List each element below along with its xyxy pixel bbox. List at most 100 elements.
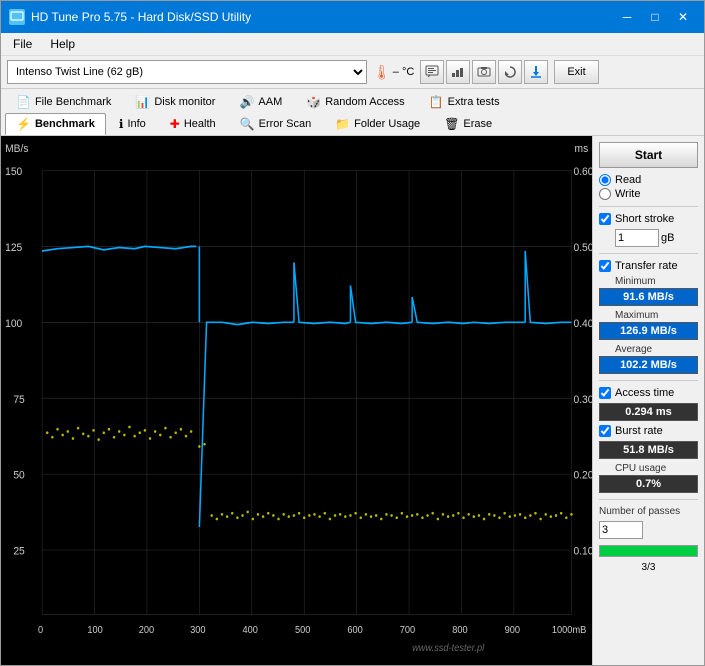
write-radio-label[interactable]: Write: [599, 188, 698, 200]
write-radio[interactable]: [599, 188, 611, 200]
svg-text:MB/s: MB/s: [5, 143, 29, 156]
cpu-usage-value: 0.7%: [599, 475, 698, 493]
svg-text:0.20: 0.20: [573, 469, 592, 482]
svg-text:www.ssd-tester.pl: www.ssd-tester.pl: [412, 643, 485, 655]
close-button[interactable]: ✕: [670, 7, 696, 27]
minimize-button[interactable]: ─: [614, 7, 640, 27]
svg-text:75: 75: [13, 393, 24, 406]
toolbar-btn-2[interactable]: [446, 60, 470, 84]
start-button[interactable]: Start: [599, 142, 698, 168]
tab-random-access[interactable]: 🎲 Random Access: [295, 91, 415, 113]
erase-icon: 🗑: [444, 117, 459, 131]
temp-display: 🌡 – °C: [373, 64, 414, 81]
burst-rate-checkbox[interactable]: [599, 425, 611, 437]
read-radio-label[interactable]: Read: [599, 174, 698, 186]
tab-health[interactable]: ✚ Health: [159, 113, 227, 135]
transfer-rate-checkbox[interactable]: [599, 260, 611, 272]
svg-text:700: 700: [400, 624, 416, 636]
tab-info[interactable]: ℹ Info: [108, 113, 157, 135]
aam-icon: 🔊: [239, 95, 254, 109]
tab-erase[interactable]: 🗑 Erase: [433, 113, 503, 135]
divider-3: [599, 380, 698, 381]
cpu-usage-stat: CPU usage 0.7%: [599, 463, 698, 493]
burst-rate-value: 51.8 MB/s: [599, 441, 698, 459]
short-stroke-checkbox-label[interactable]: Short stroke: [599, 213, 698, 225]
toolbar-btn-1[interactable]: [420, 60, 444, 84]
tab-extra-tests[interactable]: 📋 Extra tests: [418, 91, 511, 113]
tabs-container: 📄 File Benchmark 📊 Disk monitor 🔊 AAM 🎲 …: [1, 89, 704, 136]
divider-4: [599, 499, 698, 500]
read-radio[interactable]: [599, 174, 611, 186]
chart-area: MB/s 150 125 100 75 50 25 ms 0.60 0.50 0…: [1, 136, 592, 665]
menu-help[interactable]: Help: [42, 35, 83, 53]
svg-text:500: 500: [295, 624, 311, 636]
svg-text:100: 100: [5, 317, 22, 330]
passes-spinbox-row: [599, 521, 698, 539]
passes-spinbox[interactable]: [599, 521, 643, 539]
toolbar-btn-3[interactable]: [472, 60, 496, 84]
exit-button[interactable]: Exit: [554, 60, 598, 84]
random-access-icon: 🎲: [306, 95, 321, 109]
divider-2: [599, 253, 698, 254]
svg-text:300: 300: [190, 624, 206, 636]
average-stat: Average 102.2 MB/s: [599, 344, 698, 374]
tab-disk-monitor[interactable]: 📊 Disk monitor: [124, 91, 226, 113]
passes-label: Number of passes: [599, 506, 698, 517]
svg-text:1000mB: 1000mB: [552, 624, 587, 636]
maximum-label: Maximum: [615, 310, 698, 321]
transfer-rate-checkbox-label[interactable]: Transfer rate: [599, 260, 698, 272]
access-time-value: 0.294 ms: [599, 403, 698, 421]
menu-file[interactable]: File: [5, 35, 40, 53]
short-stroke-spinbox[interactable]: [615, 229, 659, 247]
maximize-button[interactable]: □: [642, 7, 668, 27]
svg-text:ms: ms: [575, 143, 589, 156]
cpu-usage-label: CPU usage: [615, 463, 698, 474]
svg-text:125: 125: [5, 242, 22, 255]
error-scan-icon: 🔍: [240, 117, 255, 131]
burst-rate-checkbox-label[interactable]: Burst rate: [599, 425, 698, 437]
temp-value: – °C: [393, 66, 415, 78]
short-stroke-spinbox-row: gB: [615, 229, 698, 247]
info-icon: ℹ: [119, 117, 124, 131]
svg-text:900: 900: [505, 624, 521, 636]
disk-monitor-icon: 📊: [135, 95, 150, 109]
tabs-bottom-row: ⚡ Benchmark ℹ Info ✚ Health 🔍 Error Scan…: [5, 113, 700, 135]
average-label: Average: [615, 344, 698, 355]
minimum-label: Minimum: [615, 276, 698, 287]
drive-select[interactable]: Intenso Twist Line (62 gB): [7, 60, 367, 84]
short-stroke-unit: gB: [661, 232, 674, 244]
maximum-value: 126.9 MB/s: [599, 322, 698, 340]
access-time-checkbox[interactable]: [599, 387, 611, 399]
window-title: HD Tune Pro 5.75 - Hard Disk/SSD Utility: [31, 10, 251, 24]
benchmark-icon: ⚡: [16, 117, 31, 131]
svg-text:800: 800: [452, 624, 468, 636]
tab-error-scan[interactable]: 🔍 Error Scan: [229, 113, 323, 135]
svg-text:100: 100: [87, 624, 103, 636]
svg-text:600: 600: [347, 624, 363, 636]
svg-text:0.40: 0.40: [573, 317, 592, 330]
progress-label: 3/3: [599, 562, 698, 573]
svg-text:0.10: 0.10: [573, 545, 592, 558]
tab-file-benchmark[interactable]: 📄 File Benchmark: [5, 91, 122, 113]
average-value: 102.2 MB/s: [599, 356, 698, 374]
tab-folder-usage[interactable]: 📁 Folder Usage: [324, 113, 431, 135]
minimum-stat: Minimum 91.6 MB/s: [599, 276, 698, 306]
svg-text:400: 400: [243, 624, 259, 636]
svg-text:0.60: 0.60: [573, 166, 592, 179]
access-time-stat: 0.294 ms: [599, 403, 698, 421]
toolbar-btn-4[interactable]: [498, 60, 522, 84]
right-panel: Start Read Write Short stroke gB: [592, 136, 704, 665]
app-icon: [9, 9, 25, 25]
short-stroke-checkbox[interactable]: [599, 213, 611, 225]
svg-text:200: 200: [139, 624, 155, 636]
extra-tests-icon: 📋: [429, 95, 444, 109]
progress-bar-fill: [600, 546, 697, 556]
thermometer-icon: 🌡: [373, 64, 391, 81]
svg-text:50: 50: [13, 469, 24, 482]
tab-aam[interactable]: 🔊 AAM: [228, 91, 293, 113]
svg-text:0: 0: [38, 624, 44, 636]
access-time-checkbox-label[interactable]: Access time: [599, 387, 698, 399]
tab-benchmark[interactable]: ⚡ Benchmark: [5, 113, 106, 135]
toolbar-btn-5[interactable]: [524, 60, 548, 84]
read-write-group: Read Write: [599, 174, 698, 200]
